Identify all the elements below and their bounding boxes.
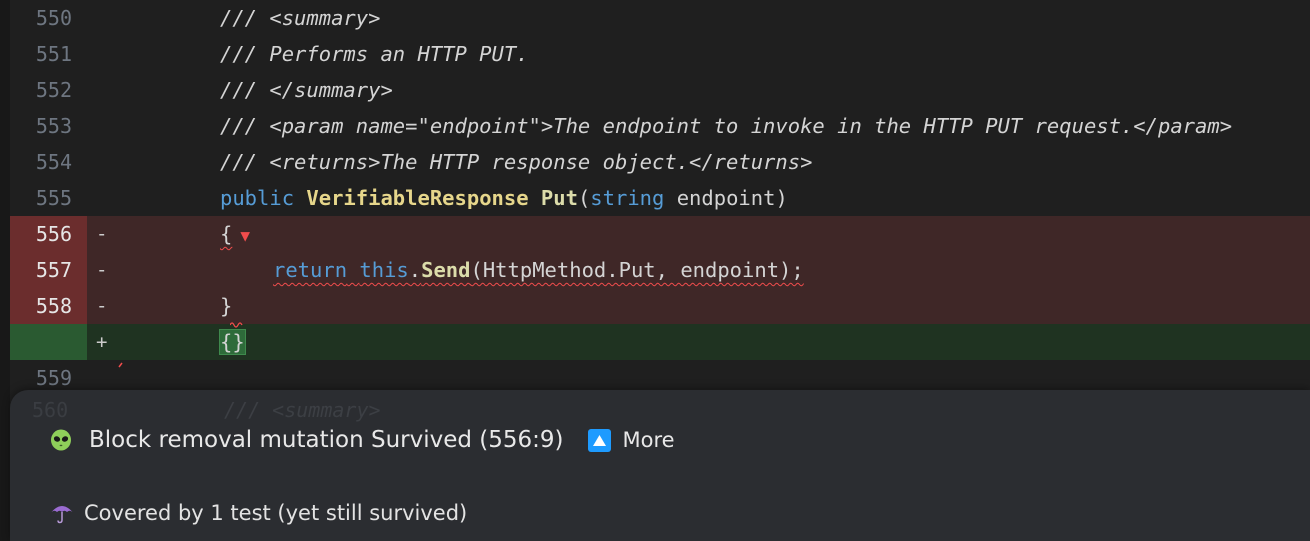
keyword-this: this bbox=[359, 258, 409, 282]
added-gutter bbox=[10, 324, 87, 360]
code-line: 553 /// <param name="endpoint">The endpo… bbox=[10, 108, 1310, 144]
deleted-line: 556 - {▼ bbox=[10, 216, 1310, 252]
empty-block: {} bbox=[219, 329, 246, 355]
member-dot: . bbox=[408, 258, 422, 282]
umbrella-icon bbox=[51, 506, 73, 524]
line-number: 551 bbox=[35, 42, 72, 66]
diff-minus: - bbox=[96, 259, 108, 281]
added-line: + {} bbox=[10, 324, 1310, 360]
more-button[interactable]: More bbox=[587, 428, 675, 452]
squiggled-statement[interactable]: return this.Send(HttpMethod.Put, endpoin… bbox=[273, 258, 804, 282]
ghost-code-text: /// <summary> bbox=[224, 398, 381, 422]
more-label: More bbox=[622, 428, 675, 452]
line-code: {} bbox=[219, 324, 246, 360]
mutation-hover-popup: 560 /// <summary> Block removal mutation… bbox=[10, 390, 1310, 541]
code-line: 551 /// Performs an HTTP PUT. bbox=[10, 36, 1310, 72]
code-line: 554 /// <returns>The HTTP response objec… bbox=[10, 144, 1310, 180]
left-activity-strip bbox=[0, 0, 10, 541]
diff-minus: - bbox=[96, 223, 108, 245]
line-code: /// </summary> bbox=[220, 78, 393, 102]
line-number: 557 bbox=[35, 258, 72, 282]
code-line: 550 /// <summary> bbox=[10, 0, 1310, 36]
coverage-row: Covered by 1 test (yet still survived) bbox=[50, 498, 467, 528]
line-number: 558 bbox=[35, 294, 72, 318]
line-code: /// <returns>The HTTP response object.</… bbox=[220, 150, 813, 174]
line-number: 552 bbox=[35, 78, 72, 102]
chevron-up-icon bbox=[587, 428, 611, 452]
line-number: 556 bbox=[35, 222, 72, 246]
code-line: 555 public VerifiableResponse Put(string… bbox=[10, 180, 1310, 216]
line-number: 553 bbox=[35, 114, 72, 138]
coverage-text: Covered by 1 test (yet still survived) bbox=[84, 501, 468, 525]
paren-close: ) bbox=[775, 186, 788, 210]
code-line: 552 /// </summary> bbox=[10, 72, 1310, 108]
paren-open: ( bbox=[577, 186, 591, 210]
mutation-marker-icon[interactable]: ▼ bbox=[240, 226, 250, 245]
line-number: 554 bbox=[35, 150, 72, 174]
keyword-string: string bbox=[590, 186, 665, 210]
parameter-name: endpoint bbox=[664, 186, 776, 210]
diff-plus: + bbox=[96, 331, 108, 353]
ghost-line-number: 560 bbox=[32, 398, 69, 422]
return-type: VerifiableResponse bbox=[306, 186, 529, 210]
line-code: /// <summary> bbox=[220, 6, 381, 30]
deleted-line: 558 - } bbox=[10, 288, 1310, 324]
call-arguments: (HttpMethod.Put, endpoint); bbox=[470, 258, 804, 282]
line-code: {▼ bbox=[220, 216, 250, 254]
line-number: 555 bbox=[35, 186, 72, 210]
method-call: Send bbox=[421, 258, 471, 282]
diff-minus: - bbox=[96, 295, 108, 317]
keyword-return: return bbox=[273, 258, 348, 282]
line-code: /// Performs an HTTP PUT. bbox=[220, 42, 529, 66]
alien-icon bbox=[51, 429, 71, 451]
error-squiggle-mark bbox=[118, 362, 123, 368]
keyword-public: public bbox=[220, 186, 295, 210]
mutation-status-title: Block removal mutation Survived (556:9) bbox=[89, 427, 564, 453]
method-name: Put bbox=[540, 186, 578, 210]
deleted-line: 557 - return this.Send(HttpMethod.Put, e… bbox=[10, 252, 1310, 288]
error-squiggle-mark bbox=[230, 322, 243, 328]
line-code: public VerifiableResponse Put(string end… bbox=[220, 180, 788, 216]
line-code: /// <param name="endpoint">The endpoint … bbox=[220, 114, 1233, 138]
line-number: 550 bbox=[35, 6, 72, 30]
open-brace[interactable]: { bbox=[220, 222, 232, 246]
popup-title-row: Block removal mutation Survived (556:9) … bbox=[50, 422, 675, 458]
line-code: return this.Send(HttpMethod.Put, endpoin… bbox=[273, 252, 804, 288]
line-code: } bbox=[220, 294, 233, 318]
